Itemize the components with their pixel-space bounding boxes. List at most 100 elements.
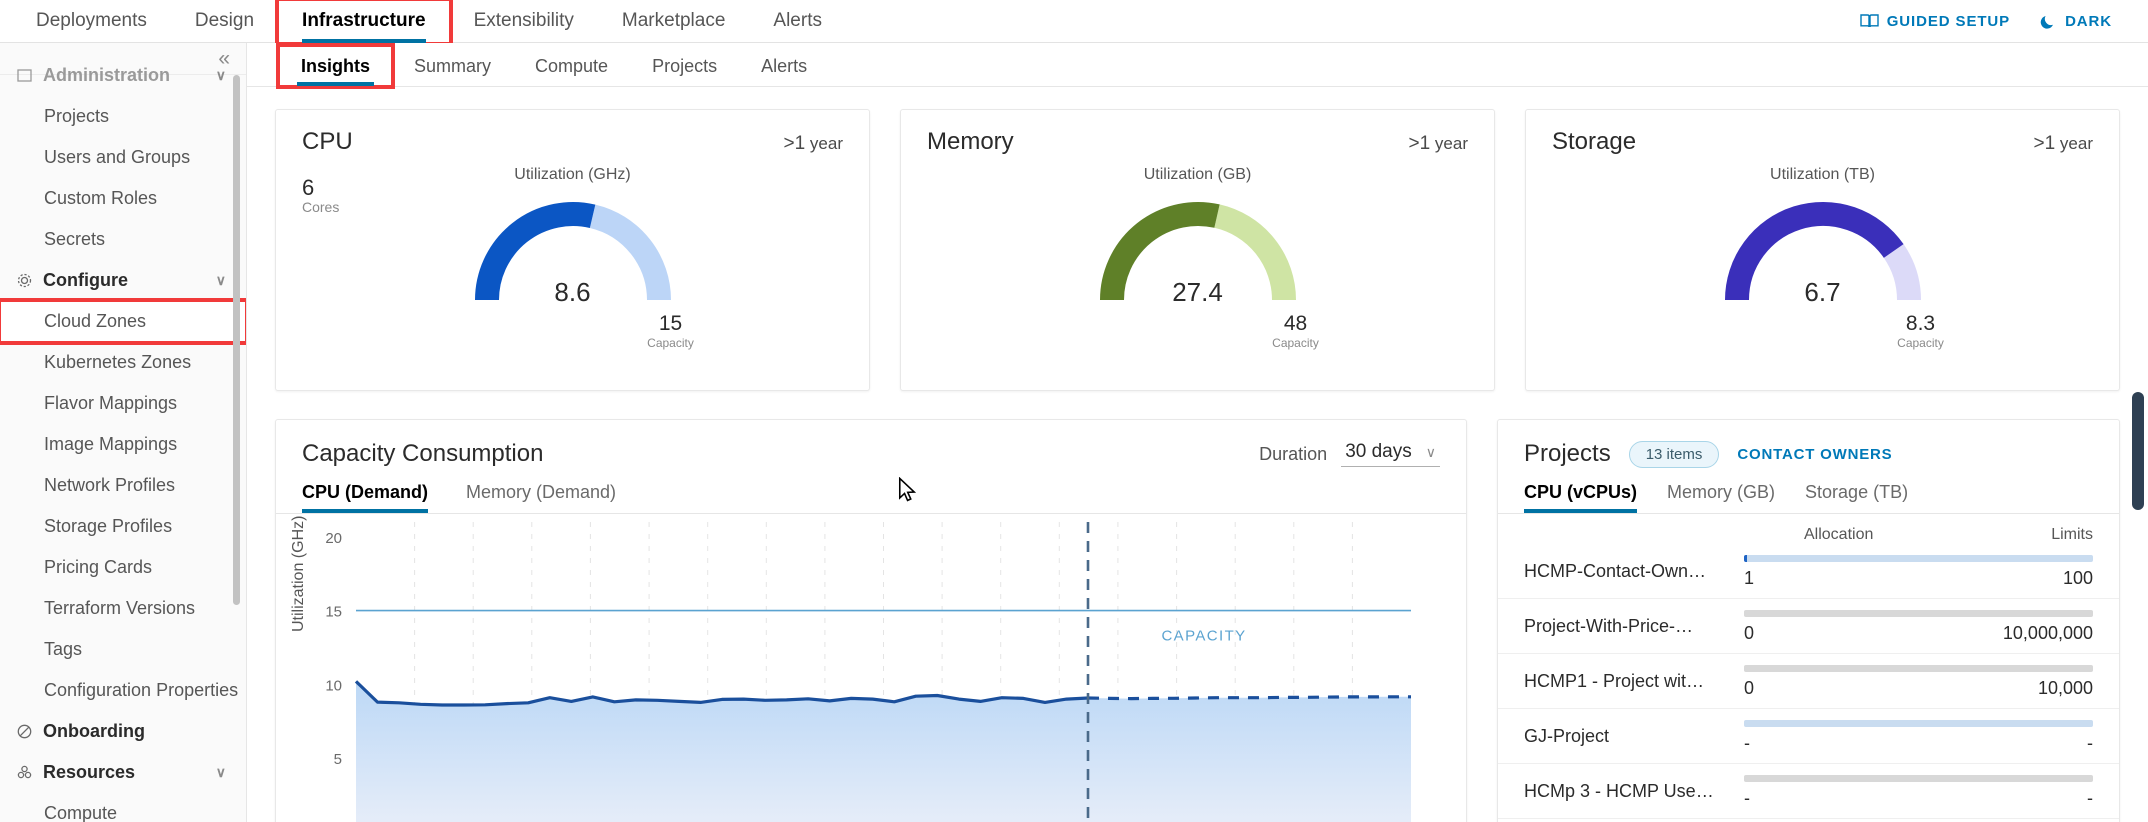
storage-gauge-capacity: 8.3 Capacity <box>1886 312 1956 350</box>
cpu-card-period: >1 year <box>784 133 843 155</box>
projects-tab-storage-tb-[interactable]: Storage (TB) <box>1805 482 1922 513</box>
left-sidebar: « Administration ∨ Projects Users and Group… <box>0 43 247 822</box>
project-row[interactable]: GJ-Project - - <box>1498 709 2119 764</box>
capacity-consumption-chart: Utilization (GHz) 20 15 10 5 CAPACITY <box>276 514 1466 822</box>
tab-alerts[interactable]: Alerts <box>739 46 829 86</box>
storage-gauge: 6.7 8.3 Capacity <box>1708 188 1944 350</box>
sidebar-scrollbar[interactable] <box>233 75 240 605</box>
projects-tab-cpu-vcpus-[interactable]: CPU (vCPUs) <box>1524 482 1651 513</box>
project-name: HCMP-Contact-Own… <box>1524 560 1707 581</box>
top-nav-items: Deployments Design Infrastructure Extensibi… <box>12 0 846 46</box>
top-nav-item-extensibility[interactable]: Extensibility <box>450 0 598 43</box>
sidebar-item-storage-profiles[interactable]: Storage Profiles <box>0 506 246 547</box>
cpu-card-header: CPU >1 year <box>276 110 869 156</box>
sidebar-item-terraform-versions[interactable]: Terraform Versions <box>0 588 246 629</box>
page-scrollbar[interactable] <box>2132 392 2144 510</box>
top-nav-item-label: Infrastructure <box>302 10 426 31</box>
storage-gauge-value: 6.7 <box>1804 277 1841 307</box>
sidebar-item-configure[interactable]: Configure ∨ <box>0 260 246 301</box>
sidebar-item-administration[interactable]: Administration ∨ <box>0 55 246 96</box>
duration-control: Duration 30 days ∨ <box>1259 441 1440 467</box>
sidebar-item-users-and-groups[interactable]: Users and Groups <box>0 137 246 178</box>
guided-setup-label: GUIDED SETUP <box>1886 12 2011 30</box>
sidebar-item-label: Custom Roles <box>44 188 158 208</box>
memory-gauge: 27.4 48 Capacity <box>1083 188 1319 350</box>
top-nav-item-label: Deployments <box>36 10 147 31</box>
svg-text:5: 5 <box>334 751 342 768</box>
chevron-down-icon: ∨ <box>215 67 226 83</box>
tab-insights[interactable]: Insights <box>275 43 396 89</box>
contact-owners-button[interactable]: CONTACT OWNERS <box>1737 446 1892 463</box>
cpu-gauge: 8.6 15 Capacity <box>458 188 694 350</box>
project-row[interactable]: HCMp 3 - HCMP Use… - - <box>1498 764 2119 819</box>
tab-projects[interactable]: Projects <box>630 46 739 86</box>
duration-value: 30 days <box>1345 441 1412 462</box>
sidebar-item-onboarding[interactable]: Onboarding <box>0 711 246 752</box>
capacity-tab-cpu-demand-[interactable]: CPU (Demand) <box>302 482 444 513</box>
projects-list: HCMP-Contact-Own… 1 100 Project-With-Price-… <box>1498 544 2119 819</box>
sidebar-item-label: Terraform Versions <box>44 598 196 618</box>
sidebar-item-label: Secrets <box>44 229 106 249</box>
top-nav-item-deployments[interactable]: Deployments <box>12 0 171 43</box>
sidebar-item-kubernetes-zones[interactable]: Kubernetes Zones <box>0 342 246 383</box>
sidebar-item-pricing-cards[interactable]: Pricing Cards <box>0 547 246 588</box>
tab-summary[interactable]: Summary <box>392 46 513 86</box>
projects-count-badge[interactable]: 13 items <box>1628 440 1720 468</box>
project-allocation-bar-wrap: -- <box>1744 773 2093 809</box>
sidebar-item-tags[interactable]: Tags <box>0 629 246 670</box>
sidebar-item-flavor-mappings[interactable]: Flavor Mappings <box>0 383 246 424</box>
project-allocation-bar <box>1744 555 2093 562</box>
top-nav-item-marketplace[interactable]: Marketplace <box>598 0 750 43</box>
project-row[interactable]: HCMP1 - Project wit… 0 10,000 <box>1498 654 2119 709</box>
project-allocation-bar-wrap: 0 10,000,000 <box>1744 608 2093 644</box>
capacity-label: Capacity <box>647 336 694 350</box>
storage-gauge-axis-label: Utilization (TB) <box>1770 166 1875 183</box>
top-nav-item-design[interactable]: Design <box>171 0 278 43</box>
guided-setup-button[interactable]: GUIDED SETUP <box>1860 13 2010 30</box>
svg-text:CAPACITY: CAPACITY <box>1161 628 1246 645</box>
sidebar-item-network-profiles[interactable]: Network Profiles <box>0 465 246 506</box>
sidebar-item-custom-roles[interactable]: Custom Roles <box>0 178 246 219</box>
sidebar-item-projects[interactable]: Projects <box>0 96 246 137</box>
sidebar-scroll-region: Administration ∨ Projects Users and Groups C… <box>0 55 246 822</box>
capacity-tab-memory-demand-[interactable]: Memory (Demand) <box>466 482 632 513</box>
storage-card-title: Storage <box>1552 128 1637 155</box>
project-row[interactable]: Project-With-Price-… 0 10,000,000 <box>1498 599 2119 654</box>
projects-tab-memory-gb-[interactable]: Memory (GB) <box>1667 482 1789 513</box>
top-nav-item-infrastructure[interactable]: Infrastructure <box>275 0 453 46</box>
project-allocation-bar <box>1744 610 2093 617</box>
project-allocation-value: - <box>1744 788 1750 808</box>
dark-mode-toggle[interactable]: DARK <box>2040 13 2112 30</box>
memory-gauge-axis-label: Utilization (GB) <box>1143 166 1252 183</box>
project-allocation-value: 1 <box>1744 568 1755 588</box>
tab-compute[interactable]: Compute <box>513 46 630 86</box>
cpu-gauge-capacity: 15 Capacity <box>636 312 706 350</box>
sidebar-item-label: Configure <box>43 270 128 290</box>
cpu-card-title: CPU <box>302 128 353 155</box>
sidebar-item-label: Configuration Properties <box>44 680 239 700</box>
project-name: HCMP1 - Project wit… <box>1524 670 1705 691</box>
duration-select[interactable]: 30 days ∨ <box>1341 441 1440 467</box>
project-row[interactable]: HCMP-Contact-Own… 1 100 <box>1498 544 2119 599</box>
sidebar-item-configuration-properties[interactable]: Configuration Properties <box>0 670 246 711</box>
project-values: -- <box>1744 788 2093 809</box>
top-nav-item-alerts[interactable]: Alerts <box>749 0 846 43</box>
sidebar-item-resources[interactable]: Resources ∨ <box>0 752 246 793</box>
capacity-label: Capacity <box>1897 336 1944 350</box>
svg-text:20: 20 <box>325 530 342 547</box>
sidebar-item-label: Onboarding <box>43 721 145 741</box>
sidebar-item-compute[interactable]: Compute <box>0 793 246 822</box>
sidebar-item-image-mappings[interactable]: Image Mappings <box>0 424 246 465</box>
period-suffix: year <box>2059 134 2093 153</box>
sidebar-item-label: Network Profiles <box>44 475 176 495</box>
capacity-value: 8.3 <box>1905 312 1936 335</box>
projects-column-headers: Allocation Limits <box>1498 514 2119 544</box>
project-values: -- <box>1744 733 2093 754</box>
period-prefix: >1 <box>1408 133 1431 154</box>
sidebar-item-secrets[interactable]: Secrets <box>0 219 246 260</box>
sidebar-item-label: Pricing Cards <box>44 557 153 577</box>
sidebar-item-cloud-zones[interactable]: Cloud Zones <box>0 298 246 345</box>
memory-gauge-capacity: 48 Capacity <box>1261 312 1331 350</box>
top-nav-item-label: Design <box>194 10 255 31</box>
column-limits: Limits <box>2051 526 2093 543</box>
